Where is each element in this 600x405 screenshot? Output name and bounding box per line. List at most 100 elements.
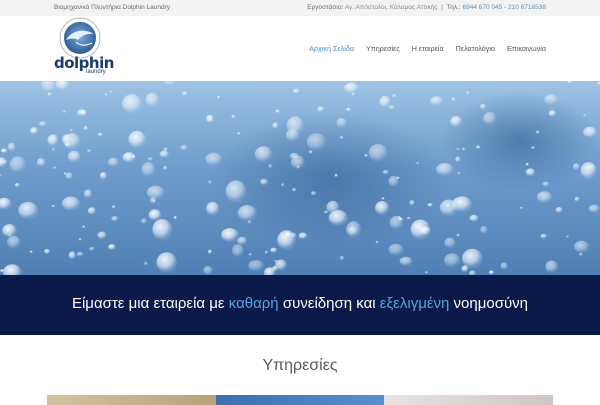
bubble <box>531 146 535 150</box>
bubble <box>409 200 415 206</box>
bubble <box>555 207 563 213</box>
bubble <box>375 240 379 244</box>
nav-home[interactable]: Αρχική Σελίδα <box>309 42 354 55</box>
bubble <box>7 235 21 249</box>
bubble <box>145 92 160 108</box>
bubble <box>254 146 273 163</box>
bubble <box>439 199 459 217</box>
bubble <box>583 114 587 117</box>
bubble <box>572 163 580 171</box>
bubble <box>396 176 400 180</box>
bubble <box>53 166 57 170</box>
bubble <box>112 205 116 209</box>
bubble <box>65 172 73 180</box>
bubble <box>97 231 107 240</box>
bubble <box>398 217 403 221</box>
bubble <box>545 260 559 274</box>
bubble <box>573 240 590 253</box>
bubble <box>89 246 95 251</box>
bubble <box>29 127 39 135</box>
bubble <box>203 266 213 275</box>
bubble <box>381 197 385 200</box>
bubble <box>173 216 177 220</box>
bubble <box>36 158 46 167</box>
slogan-part-2: συνείδηση και <box>278 295 380 312</box>
bubble <box>289 152 300 160</box>
slogan-part-1: Είμαστε μια εταιρεία με <box>71 295 229 312</box>
bubble <box>407 216 411 220</box>
bubble <box>141 218 147 225</box>
bubble <box>128 130 147 149</box>
bubble <box>480 225 488 235</box>
bubble <box>51 148 56 151</box>
service-thumbnail-1[interactable] <box>47 395 216 405</box>
bubbles-background <box>0 81 600 275</box>
bubble <box>61 196 81 211</box>
bubble <box>389 215 404 230</box>
bubble <box>8 234 12 237</box>
bubble <box>108 244 116 250</box>
bubble <box>579 252 583 256</box>
bubble <box>310 191 317 196</box>
service-thumbnail-2[interactable] <box>215 395 385 405</box>
bubble <box>61 134 72 145</box>
bubble <box>275 109 280 114</box>
bubble <box>469 214 479 222</box>
bubble <box>382 170 389 175</box>
dolphin-logo[interactable]: dolphin laundry <box>54 16 114 80</box>
bubble <box>455 156 461 163</box>
services-section: Υπηρεσίες <box>0 335 600 405</box>
phone-numbers[interactable]: 6944 670 045 - 210 6718538 <box>463 4 547 11</box>
bubble <box>208 180 212 184</box>
bubble <box>68 251 76 260</box>
bubble <box>444 237 456 249</box>
bubble <box>272 122 279 129</box>
bubble <box>231 114 236 119</box>
bubble <box>260 178 269 186</box>
bubble <box>306 133 327 151</box>
bubble <box>87 149 92 153</box>
bubble <box>444 253 461 268</box>
bubble <box>488 270 495 275</box>
bubble <box>540 233 548 239</box>
bubble <box>104 93 108 97</box>
bubble <box>388 243 404 256</box>
nav-clients[interactable]: Πελατολόγιο <box>456 42 495 55</box>
bubble <box>232 244 244 258</box>
bubble <box>544 94 559 106</box>
bubble <box>340 136 344 139</box>
factory-address: Αγ. Απόστολοι, Κάλαμος Αττικής <box>344 4 438 11</box>
bubble <box>583 126 598 138</box>
nav-services[interactable]: Υπηρεσίες <box>366 42 400 55</box>
bubble <box>270 247 278 253</box>
factory-label: Εργοστάσιο: <box>307 4 344 11</box>
bubble <box>542 181 550 187</box>
bubble <box>264 250 268 254</box>
main-navigation: Αρχική Σελίδα Υπηρεσίες Η εταιρεία Πελατ… <box>297 42 546 55</box>
bubble <box>292 188 297 192</box>
bubble <box>132 155 136 159</box>
nav-company[interactable]: Η εταιρεία <box>412 42 444 55</box>
bubble <box>76 251 84 257</box>
bubble <box>566 235 570 238</box>
bubble <box>368 143 388 162</box>
logo-subtitle: laundry <box>86 69 106 75</box>
bubble <box>38 121 47 127</box>
bubble <box>364 154 368 157</box>
bubble <box>436 163 454 176</box>
nav-contact[interactable]: Επικοινωνία <box>507 42 546 55</box>
bubble <box>99 172 107 180</box>
bubble <box>324 210 329 214</box>
bubble <box>51 204 56 208</box>
service-thumbnail-3[interactable] <box>384 395 554 405</box>
bubble <box>308 150 313 154</box>
bubble <box>152 200 156 203</box>
bubble <box>296 165 300 169</box>
bubble <box>292 88 300 94</box>
bubble <box>83 125 89 131</box>
bubble <box>344 82 359 94</box>
bubble <box>14 183 20 188</box>
bubble <box>9 156 27 173</box>
bubble <box>328 210 348 226</box>
bubble <box>430 96 444 106</box>
